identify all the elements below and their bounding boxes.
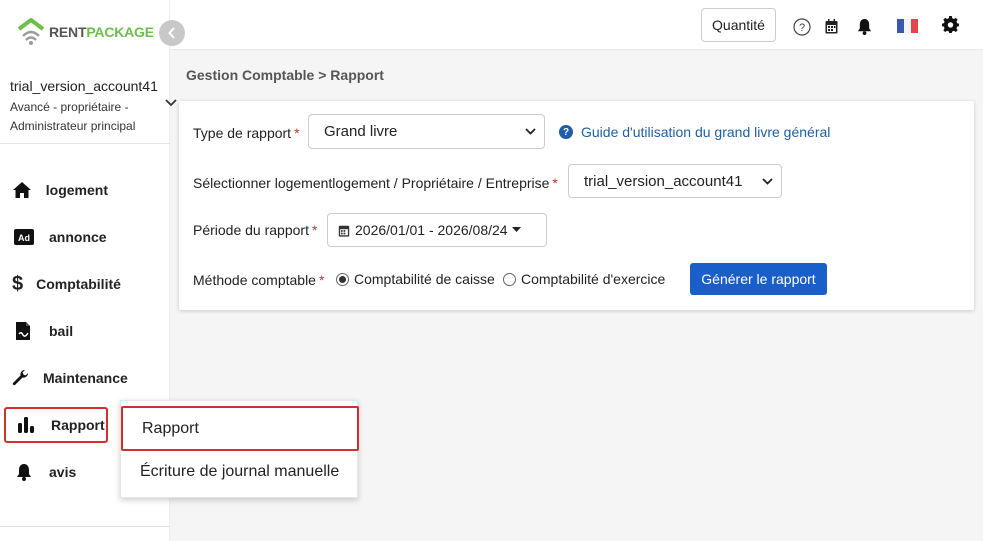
brand-part-package: PACKAGE xyxy=(86,24,154,40)
period-label: Période du rapport * xyxy=(193,222,317,238)
report-type-label: Type de rapport * xyxy=(193,125,300,141)
sidebar-item-annonce[interactable]: Ad annonce xyxy=(4,219,108,255)
method-cash-label: Comptabilité de caisse xyxy=(354,271,495,287)
wifi-house-icon xyxy=(17,18,45,45)
sidebar-item-bail[interactable]: bail xyxy=(4,313,108,349)
caret-down-icon xyxy=(511,227,521,232)
account-role-line1: Avancé - propriétaire - xyxy=(10,100,129,114)
gear-icon[interactable] xyxy=(942,16,959,36)
ad-icon: Ad xyxy=(12,229,36,245)
chevron-down-icon[interactable] xyxy=(165,96,177,110)
sidebar-item-label: Comptabilité xyxy=(36,276,121,292)
sidebar-item-rapport[interactable]: Rapport xyxy=(4,407,108,443)
chevron-down-icon xyxy=(762,177,773,185)
svg-text:Ad: Ad xyxy=(18,233,30,243)
sidebar-item-label: annonce xyxy=(49,229,107,245)
bell-icon xyxy=(12,463,36,481)
dollar-icon: $ xyxy=(12,272,24,295)
guide-link[interactable]: ? Guide d'utilisation du grand livre gén… xyxy=(559,124,830,140)
method-label-text: Méthode comptable xyxy=(193,272,316,288)
radio-selected-icon xyxy=(336,272,349,286)
calendar-icon xyxy=(338,225,350,237)
report-type-label-text: Type de rapport xyxy=(193,125,292,141)
question-icon: ? xyxy=(559,125,573,139)
calendar-icon[interactable] xyxy=(825,19,838,37)
method-label: Méthode comptable * xyxy=(193,272,324,288)
required-marker: * xyxy=(294,125,300,141)
report-type-value: Grand livre xyxy=(324,123,398,140)
brand-name: RENTPACKAGE xyxy=(49,24,154,40)
bell-icon[interactable] xyxy=(857,18,872,38)
quantity-button[interactable]: Quantité xyxy=(701,8,776,42)
account-name: trial_version_account41 xyxy=(10,78,158,94)
divider xyxy=(0,143,170,144)
radio-unselected-icon xyxy=(503,272,516,286)
logo[interactable]: RENTPACKAGE xyxy=(16,18,154,46)
divider xyxy=(0,526,170,527)
sidebar-item-label: logement xyxy=(45,182,108,198)
sidebar-item-comptabilite[interactable]: $ Comptabilité xyxy=(4,266,121,302)
method-accrual-label: Comptabilité d'exercice xyxy=(521,271,666,287)
generate-report-button[interactable]: Générer le rapport xyxy=(690,263,827,295)
sidebar-item-label: bail xyxy=(49,323,74,339)
property-label: Sélectionner logementlogement / Propriét… xyxy=(193,175,558,191)
sidebar-item-logement[interactable]: logement xyxy=(4,172,108,208)
breadcrumb: Gestion Comptable > Rapport xyxy=(186,67,384,83)
report-form-card: Type de rapport * Grand livre ? Guide d'u… xyxy=(179,101,974,310)
method-accrual-radio[interactable]: Comptabilité d'exercice xyxy=(503,271,665,287)
chevron-left-icon xyxy=(168,27,175,39)
property-label-text: Sélectionner logementlogement / Propriét… xyxy=(193,175,550,191)
france-flag-icon[interactable] xyxy=(897,19,918,36)
report-type-select[interactable]: Grand livre xyxy=(308,114,545,149)
required-marker: * xyxy=(552,175,558,191)
period-date-range-picker[interactable]: 2026/01/01 - 2026/08/24 xyxy=(327,213,547,247)
method-cash-radio[interactable]: Comptabilité de caisse xyxy=(336,271,495,287)
period-value: 2026/01/01 - 2026/08/24 xyxy=(355,222,508,238)
required-marker: * xyxy=(318,272,325,288)
sidebar-item-label: Maintenance xyxy=(43,370,128,386)
sidebar-item-avis[interactable]: avis xyxy=(4,454,108,490)
wrench-icon xyxy=(12,369,30,387)
period-label-text: Période du rapport xyxy=(193,222,309,238)
home-icon xyxy=(12,181,33,199)
account-role-line2: Administrateur principal xyxy=(10,119,136,133)
property-value: trial_version_account41 xyxy=(584,172,743,190)
sidebar-item-maintenance[interactable]: Maintenance xyxy=(4,360,128,396)
chevron-down-icon xyxy=(525,128,536,135)
guide-link-text: Guide d'utilisation du grand livre génér… xyxy=(581,124,831,140)
sidebar-collapse-button[interactable] xyxy=(159,20,185,46)
contract-icon xyxy=(12,321,36,341)
required-marker: * xyxy=(311,222,318,238)
sidebar-item-label: avis xyxy=(49,464,77,480)
svg-text:?: ? xyxy=(799,22,805,34)
brand-part-rent: RENT xyxy=(49,24,87,40)
top-bar: Quantité ? xyxy=(170,0,983,50)
help-icon[interactable]: ? xyxy=(793,18,811,39)
submenu-item-rapport[interactable]: Rapport xyxy=(121,406,359,451)
sidebar-item-label: Rapport xyxy=(51,417,105,433)
property-select[interactable]: trial_version_account41 xyxy=(568,164,782,198)
account-selector[interactable]: trial_version_account41 Avancé - proprié… xyxy=(10,78,170,136)
submenu-item-manual-journal-entry[interactable]: Écriture de journal manuelle xyxy=(121,451,359,493)
bar-chart-icon xyxy=(14,416,38,434)
rapport-submenu: Rapport Écriture de journal manuelle xyxy=(120,400,359,498)
